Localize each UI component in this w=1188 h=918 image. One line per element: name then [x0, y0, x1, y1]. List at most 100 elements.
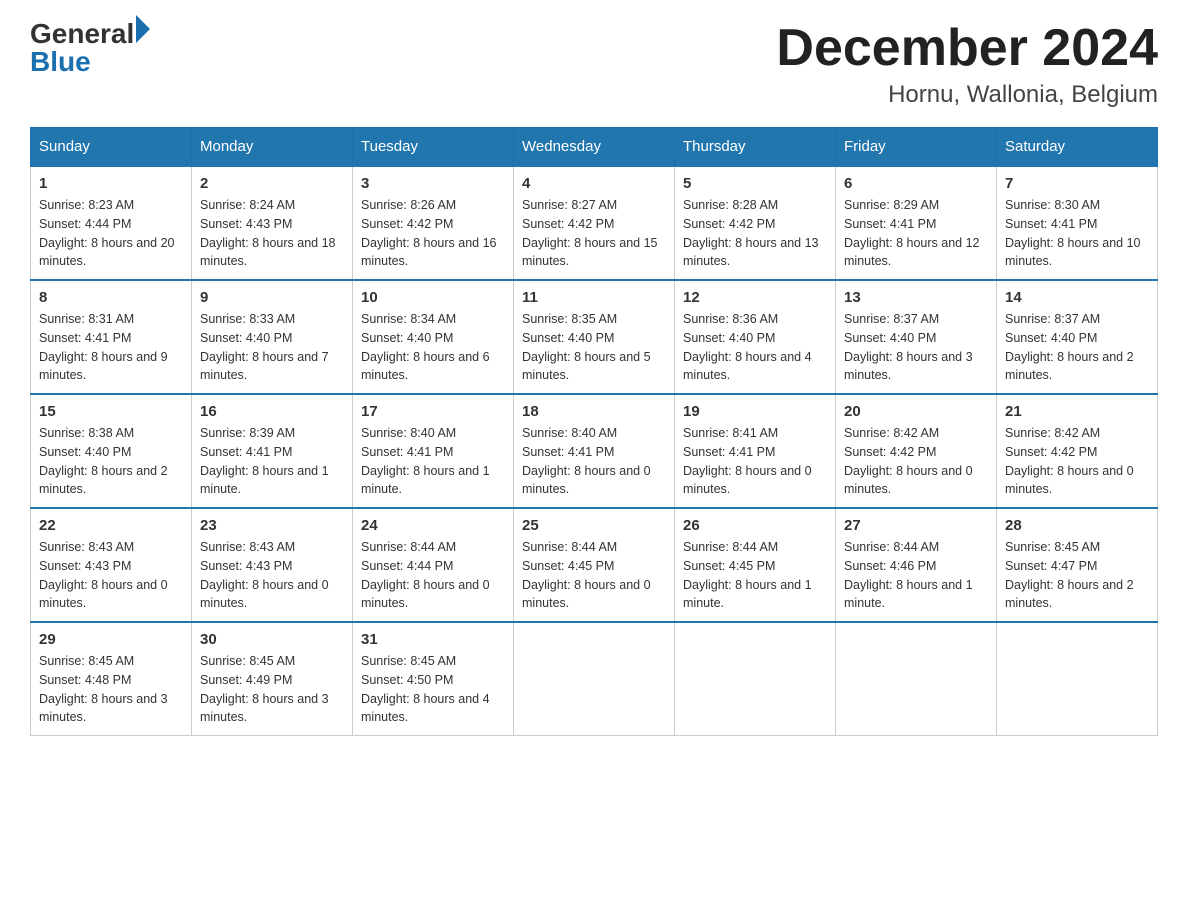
day-number: 14: [1005, 289, 1149, 306]
day-info: Sunrise: 8:44 AM Sunset: 4:45 PM Dayligh…: [522, 538, 666, 613]
calendar-cell: [997, 622, 1158, 736]
day-info: Sunrise: 8:45 AM Sunset: 4:47 PM Dayligh…: [1005, 538, 1149, 613]
calendar-cell: 19 Sunrise: 8:41 AM Sunset: 4:41 PM Dayl…: [675, 394, 836, 508]
day-number: 3: [361, 175, 505, 192]
day-info: Sunrise: 8:39 AM Sunset: 4:41 PM Dayligh…: [200, 424, 344, 499]
day-number: 1: [39, 175, 183, 192]
day-info: Sunrise: 8:29 AM Sunset: 4:41 PM Dayligh…: [844, 196, 988, 271]
week-row-5: 29 Sunrise: 8:45 AM Sunset: 4:48 PM Dayl…: [31, 622, 1158, 736]
header-tuesday: Tuesday: [353, 128, 514, 167]
day-number: 22: [39, 517, 183, 534]
calendar-cell: 1 Sunrise: 8:23 AM Sunset: 4:44 PM Dayli…: [31, 166, 192, 280]
calendar-cell: [675, 622, 836, 736]
day-info: Sunrise: 8:37 AM Sunset: 4:40 PM Dayligh…: [844, 310, 988, 385]
header-friday: Friday: [836, 128, 997, 167]
day-number: 31: [361, 631, 505, 648]
page-header: General Blue December 2024 Hornu, Wallon…: [30, 20, 1158, 109]
calendar-cell: 17 Sunrise: 8:40 AM Sunset: 4:41 PM Dayl…: [353, 394, 514, 508]
day-number: 19: [683, 403, 827, 420]
title-section: December 2024 Hornu, Wallonia, Belgium: [776, 20, 1158, 109]
day-number: 26: [683, 517, 827, 534]
day-number: 30: [200, 631, 344, 648]
calendar-cell: 6 Sunrise: 8:29 AM Sunset: 4:41 PM Dayli…: [836, 166, 997, 280]
calendar-cell: 5 Sunrise: 8:28 AM Sunset: 4:42 PM Dayli…: [675, 166, 836, 280]
calendar-header-row: SundayMondayTuesdayWednesdayThursdayFrid…: [31, 128, 1158, 167]
calendar-cell: 16 Sunrise: 8:39 AM Sunset: 4:41 PM Dayl…: [192, 394, 353, 508]
calendar-table: SundayMondayTuesdayWednesdayThursdayFrid…: [30, 127, 1158, 736]
day-info: Sunrise: 8:45 AM Sunset: 4:49 PM Dayligh…: [200, 652, 344, 727]
header-thursday: Thursday: [675, 128, 836, 167]
day-info: Sunrise: 8:26 AM Sunset: 4:42 PM Dayligh…: [361, 196, 505, 271]
day-number: 8: [39, 289, 183, 306]
calendar-cell: 13 Sunrise: 8:37 AM Sunset: 4:40 PM Dayl…: [836, 280, 997, 394]
day-number: 27: [844, 517, 988, 534]
calendar-cell: 7 Sunrise: 8:30 AM Sunset: 4:41 PM Dayli…: [997, 166, 1158, 280]
day-info: Sunrise: 8:40 AM Sunset: 4:41 PM Dayligh…: [522, 424, 666, 499]
day-info: Sunrise: 8:34 AM Sunset: 4:40 PM Dayligh…: [361, 310, 505, 385]
calendar-cell: 18 Sunrise: 8:40 AM Sunset: 4:41 PM Dayl…: [514, 394, 675, 508]
calendar-subtitle: Hornu, Wallonia, Belgium: [776, 81, 1158, 109]
day-info: Sunrise: 8:38 AM Sunset: 4:40 PM Dayligh…: [39, 424, 183, 499]
week-row-4: 22 Sunrise: 8:43 AM Sunset: 4:43 PM Dayl…: [31, 508, 1158, 622]
day-info: Sunrise: 8:41 AM Sunset: 4:41 PM Dayligh…: [683, 424, 827, 499]
day-info: Sunrise: 8:33 AM Sunset: 4:40 PM Dayligh…: [200, 310, 344, 385]
calendar-cell: 26 Sunrise: 8:44 AM Sunset: 4:45 PM Dayl…: [675, 508, 836, 622]
day-info: Sunrise: 8:30 AM Sunset: 4:41 PM Dayligh…: [1005, 196, 1149, 271]
day-number: 17: [361, 403, 505, 420]
header-sunday: Sunday: [31, 128, 192, 167]
calendar-cell: 2 Sunrise: 8:24 AM Sunset: 4:43 PM Dayli…: [192, 166, 353, 280]
calendar-cell: 3 Sunrise: 8:26 AM Sunset: 4:42 PM Dayli…: [353, 166, 514, 280]
logo-triangle-icon: [136, 15, 150, 43]
day-info: Sunrise: 8:45 AM Sunset: 4:50 PM Dayligh…: [361, 652, 505, 727]
day-number: 28: [1005, 517, 1149, 534]
calendar-cell: 9 Sunrise: 8:33 AM Sunset: 4:40 PM Dayli…: [192, 280, 353, 394]
day-info: Sunrise: 8:43 AM Sunset: 4:43 PM Dayligh…: [200, 538, 344, 613]
calendar-cell: 30 Sunrise: 8:45 AM Sunset: 4:49 PM Dayl…: [192, 622, 353, 736]
calendar-cell: 8 Sunrise: 8:31 AM Sunset: 4:41 PM Dayli…: [31, 280, 192, 394]
header-saturday: Saturday: [997, 128, 1158, 167]
logo: General Blue: [30, 20, 150, 76]
calendar-cell: 24 Sunrise: 8:44 AM Sunset: 4:44 PM Dayl…: [353, 508, 514, 622]
calendar-cell: 15 Sunrise: 8:38 AM Sunset: 4:40 PM Dayl…: [31, 394, 192, 508]
calendar-cell: 31 Sunrise: 8:45 AM Sunset: 4:50 PM Dayl…: [353, 622, 514, 736]
calendar-cell: 25 Sunrise: 8:44 AM Sunset: 4:45 PM Dayl…: [514, 508, 675, 622]
logo-blue: Blue: [30, 48, 150, 76]
day-number: 16: [200, 403, 344, 420]
day-info: Sunrise: 8:23 AM Sunset: 4:44 PM Dayligh…: [39, 196, 183, 271]
day-info: Sunrise: 8:45 AM Sunset: 4:48 PM Dayligh…: [39, 652, 183, 727]
calendar-cell: 27 Sunrise: 8:44 AM Sunset: 4:46 PM Dayl…: [836, 508, 997, 622]
calendar-cell: [514, 622, 675, 736]
logo-general: General: [30, 20, 134, 48]
day-number: 21: [1005, 403, 1149, 420]
day-number: 23: [200, 517, 344, 534]
calendar-cell: 11 Sunrise: 8:35 AM Sunset: 4:40 PM Dayl…: [514, 280, 675, 394]
day-info: Sunrise: 8:37 AM Sunset: 4:40 PM Dayligh…: [1005, 310, 1149, 385]
day-number: 9: [200, 289, 344, 306]
day-number: 24: [361, 517, 505, 534]
day-info: Sunrise: 8:31 AM Sunset: 4:41 PM Dayligh…: [39, 310, 183, 385]
day-info: Sunrise: 8:44 AM Sunset: 4:46 PM Dayligh…: [844, 538, 988, 613]
calendar-title: December 2024: [776, 20, 1158, 77]
day-info: Sunrise: 8:35 AM Sunset: 4:40 PM Dayligh…: [522, 310, 666, 385]
calendar-cell: 10 Sunrise: 8:34 AM Sunset: 4:40 PM Dayl…: [353, 280, 514, 394]
week-row-3: 15 Sunrise: 8:38 AM Sunset: 4:40 PM Dayl…: [31, 394, 1158, 508]
day-number: 20: [844, 403, 988, 420]
day-number: 29: [39, 631, 183, 648]
day-info: Sunrise: 8:42 AM Sunset: 4:42 PM Dayligh…: [1005, 424, 1149, 499]
day-info: Sunrise: 8:36 AM Sunset: 4:40 PM Dayligh…: [683, 310, 827, 385]
day-number: 2: [200, 175, 344, 192]
day-number: 18: [522, 403, 666, 420]
day-info: Sunrise: 8:44 AM Sunset: 4:45 PM Dayligh…: [683, 538, 827, 613]
day-number: 4: [522, 175, 666, 192]
calendar-cell: 21 Sunrise: 8:42 AM Sunset: 4:42 PM Dayl…: [997, 394, 1158, 508]
calendar-cell: 23 Sunrise: 8:43 AM Sunset: 4:43 PM Dayl…: [192, 508, 353, 622]
calendar-cell: 12 Sunrise: 8:36 AM Sunset: 4:40 PM Dayl…: [675, 280, 836, 394]
header-wednesday: Wednesday: [514, 128, 675, 167]
day-info: Sunrise: 8:27 AM Sunset: 4:42 PM Dayligh…: [522, 196, 666, 271]
calendar-cell: 29 Sunrise: 8:45 AM Sunset: 4:48 PM Dayl…: [31, 622, 192, 736]
calendar-cell: 4 Sunrise: 8:27 AM Sunset: 4:42 PM Dayli…: [514, 166, 675, 280]
calendar-cell: [836, 622, 997, 736]
day-number: 25: [522, 517, 666, 534]
day-info: Sunrise: 8:42 AM Sunset: 4:42 PM Dayligh…: [844, 424, 988, 499]
calendar-cell: 20 Sunrise: 8:42 AM Sunset: 4:42 PM Dayl…: [836, 394, 997, 508]
